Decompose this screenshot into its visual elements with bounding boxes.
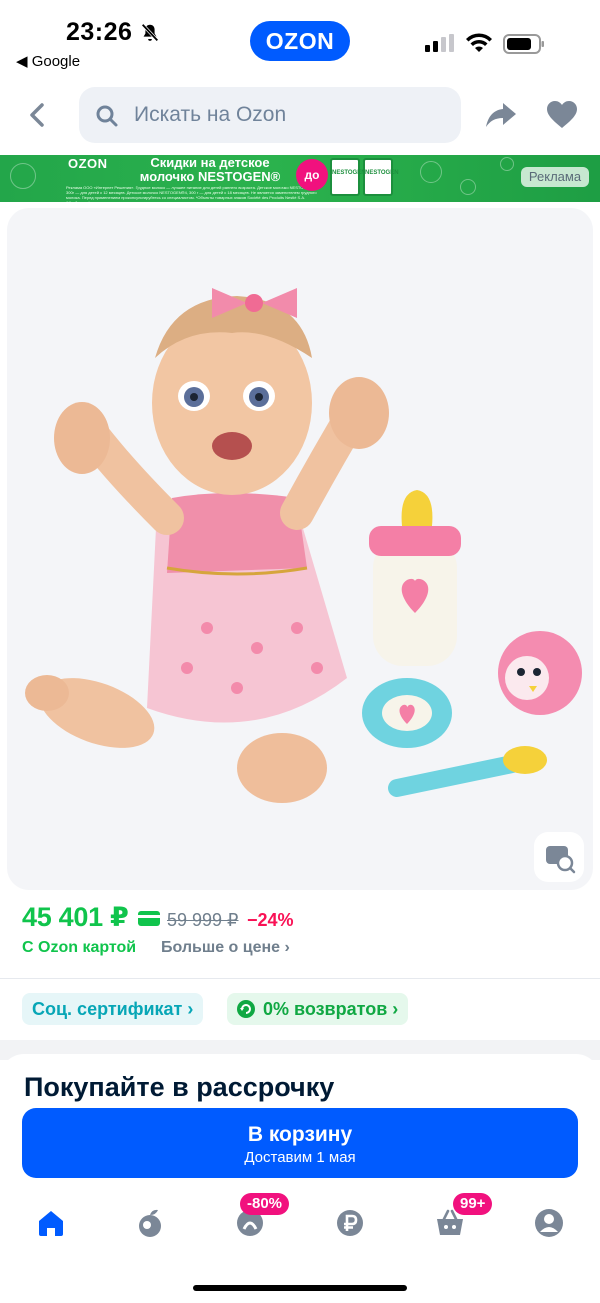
bell-muted-icon: [141, 23, 159, 42]
battery-icon: [503, 34, 544, 54]
ad-product-pack: NESTOGEN: [363, 158, 399, 196]
ad-banner[interactable]: OZON Скидки на детское молочко NESTOGEN®…: [0, 155, 600, 202]
card-icon: [138, 911, 160, 926]
back-to-app-link[interactable]: ◀ Google: [16, 52, 80, 70]
home-icon[interactable]: [35, 1207, 67, 1239]
search-icon: [96, 105, 118, 127]
cellular-signal-icon: [425, 34, 454, 52]
returns-chip[interactable]: 0% возвратов ›: [227, 993, 409, 1025]
heart-icon[interactable]: [545, 99, 579, 131]
decor-circle: [10, 163, 36, 189]
sale-badge: -80%: [240, 1193, 290, 1215]
ad-fine-print: Реклама ООО «Интернет Решения». Грудное …: [66, 185, 318, 202]
ad-brand: OZON: [68, 156, 108, 171]
status-bar: 23:26 ◀ Google OZON: [0, 0, 600, 78]
installment-card[interactable]: Покупайте в рассрочку: [0, 1054, 600, 1114]
delivery-date: Доставим 1 мая: [244, 1149, 356, 1166]
ad-discount-badge: до 25%: [296, 159, 328, 202]
ad-product-pack: NESTOGEN: [330, 158, 366, 196]
more-about-price-link[interactable]: Больше о цене ›: [161, 939, 290, 957]
add-to-cart-button[interactable]: В корзину Доставим 1 мая: [22, 1108, 578, 1178]
ozon-card-price: 45 401 ₽: [22, 902, 129, 932]
installment-title: Покупайте в рассрочку: [24, 1072, 335, 1102]
home-indicator: [193, 1285, 407, 1291]
product-gallery[interactable]: [7, 208, 593, 890]
add-to-cart-label: В корзину: [247, 1123, 353, 1146]
fresh-icon[interactable]: [134, 1207, 166, 1239]
returns-icon: [237, 1000, 255, 1018]
ad-label: Реклама: [521, 167, 589, 187]
old-price: 59 999 ₽: [167, 910, 239, 930]
discount-percent: −24%: [247, 910, 294, 930]
decor-circle: [500, 157, 514, 171]
ad-title: Скидки на детское молочко NESTOGEN®: [139, 155, 281, 184]
ruble-icon[interactable]: [334, 1207, 366, 1239]
image-search-icon: [546, 846, 576, 874]
search-header: Искать на Ozon: [0, 85, 600, 145]
status-time: 23:26: [66, 18, 133, 46]
price-block: 45 401 ₽ 59 999 ₽ −24% С Ozon картой Бол…: [22, 902, 582, 972]
search-placeholder: Искать на Ozon: [134, 103, 287, 126]
search-input[interactable]: Искать на Ozon: [79, 87, 461, 143]
divider: [0, 978, 600, 979]
social-certificate-chip[interactable]: Соц. сертификат ›: [22, 993, 204, 1025]
share-icon[interactable]: [484, 99, 518, 131]
returns-chip-label: 0% возвратов ›: [263, 999, 399, 1019]
ozon-card-label: С Ozon картой: [22, 939, 137, 956]
wifi-icon: [466, 33, 492, 52]
visual-search-button[interactable]: [534, 832, 584, 882]
profile-icon[interactable]: [533, 1207, 565, 1239]
ozon-logo: OZON: [250, 21, 350, 61]
product-image: [25, 288, 582, 803]
decor-circle: [420, 161, 442, 183]
cart-count-badge: 99+: [453, 1193, 493, 1215]
back-arrow-icon[interactable]: [20, 97, 56, 133]
decor-circle: [460, 179, 476, 195]
